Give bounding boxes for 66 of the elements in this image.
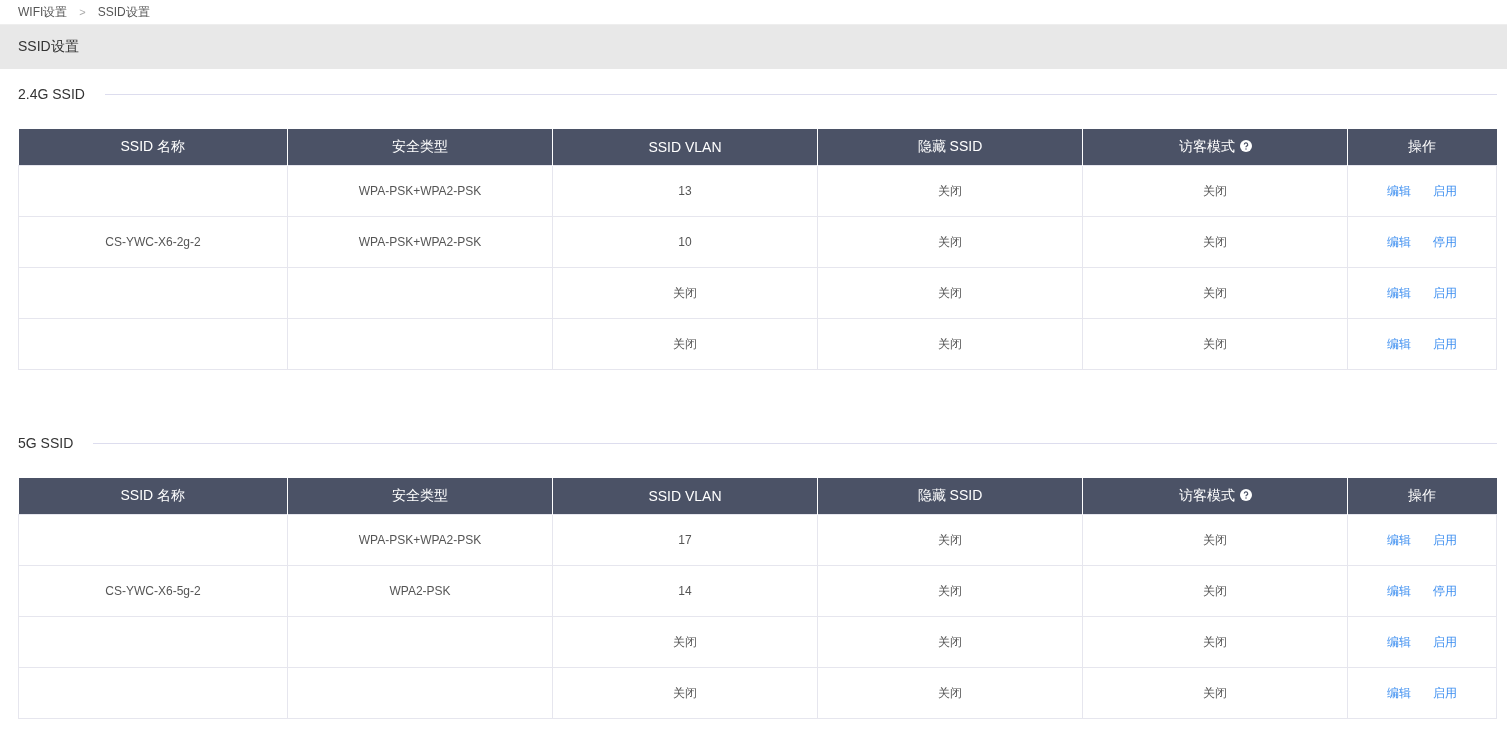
table-cell: 13 xyxy=(678,184,692,198)
table-cell: 关闭 xyxy=(938,532,962,547)
table-cell: 关闭 xyxy=(938,634,962,649)
table-cell: 关闭 xyxy=(673,336,697,351)
column-header: 访客模式 xyxy=(1082,129,1348,166)
action-link[interactable]: 停用 xyxy=(1433,234,1457,249)
table-cell: 关闭 xyxy=(938,285,962,300)
table-cell: 关闭 xyxy=(1203,183,1227,198)
section-title: 5G SSID xyxy=(18,435,74,451)
page-title: SSID设置 xyxy=(18,38,79,56)
action-link[interactable]: 编辑 xyxy=(1387,336,1411,351)
column-header: SSID VLAN xyxy=(552,129,818,166)
table-cell: 关闭 xyxy=(673,634,697,649)
breadcrumb-link[interactable]: SSID设置 xyxy=(97,3,150,21)
table-cell: 10 xyxy=(678,235,692,249)
breadcrumb-separator: > xyxy=(79,6,86,18)
action-link[interactable]: 编辑 xyxy=(1387,532,1411,547)
table-cell: WPA-PSK+WPA2-PSK xyxy=(358,235,482,249)
action-link[interactable]: 编辑 xyxy=(1387,634,1411,649)
table-cell: 关闭 xyxy=(673,685,697,700)
breadcrumb-link[interactable]: WIFI设置 xyxy=(18,3,68,21)
table-cell: 关闭 xyxy=(938,336,962,351)
action-link[interactable]: 启用 xyxy=(1433,532,1457,547)
action-link[interactable]: 启用 xyxy=(1433,285,1457,300)
table-cell: 17 xyxy=(678,533,692,547)
table-cell: 关闭 xyxy=(1203,685,1227,700)
table-cell: 关闭 xyxy=(1203,532,1227,547)
column-header: 安全类型 xyxy=(287,129,553,166)
table-cell: 关闭 xyxy=(1203,285,1227,300)
help-icon[interactable] xyxy=(1239,140,1252,152)
action-link[interactable]: 编辑 xyxy=(1387,285,1411,300)
action-link[interactable]: 启用 xyxy=(1433,183,1457,198)
column-header: 安全类型 xyxy=(287,478,553,515)
table-cell: 关闭 xyxy=(1203,234,1227,249)
action-link[interactable]: 启用 xyxy=(1433,634,1457,649)
section-title: 2.4G SSID xyxy=(18,86,85,102)
column-header: 操作 xyxy=(1347,478,1497,515)
column-header: SSID 名称 xyxy=(18,478,288,515)
action-link[interactable]: 编辑 xyxy=(1387,234,1411,249)
table-cell: 关闭 xyxy=(938,583,962,598)
column-header: 隐藏 SSID xyxy=(817,129,1083,166)
column-header: SSID VLAN xyxy=(552,478,818,515)
action-link[interactable]: 编辑 xyxy=(1387,685,1411,700)
help-icon[interactable] xyxy=(1239,489,1252,501)
action-link[interactable]: 编辑 xyxy=(1387,583,1411,598)
table-cell: 关闭 xyxy=(1203,634,1227,649)
action-link[interactable]: 停用 xyxy=(1433,583,1457,598)
action-link[interactable]: 编辑 xyxy=(1387,183,1411,198)
table-cell: WPA-PSK+WPA2-PSK xyxy=(358,184,482,198)
column-header: SSID 名称 xyxy=(18,129,288,166)
table-cell: WPA-PSK+WPA2-PSK xyxy=(358,533,482,547)
column-header: 访客模式 xyxy=(1082,478,1348,515)
table-cell: 关闭 xyxy=(1203,583,1227,598)
table-cell: WPA2-PSK xyxy=(389,584,451,598)
column-header: 操作 xyxy=(1347,129,1497,166)
table-cell: 关闭 xyxy=(938,234,962,249)
action-link[interactable]: 启用 xyxy=(1433,685,1457,700)
table-cell: CS-YWC-X6-5g-2 xyxy=(105,584,201,598)
action-link[interactable]: 启用 xyxy=(1433,336,1457,351)
table-cell: 14 xyxy=(678,584,692,598)
table-cell: 关闭 xyxy=(1203,336,1227,351)
table-cell: 关闭 xyxy=(938,685,962,700)
table-cell: 关闭 xyxy=(673,285,697,300)
table-cell: CS-YWC-X6-2g-2 xyxy=(105,235,201,249)
column-header: 隐藏 SSID xyxy=(817,478,1083,515)
table-cell: 关闭 xyxy=(938,183,962,198)
